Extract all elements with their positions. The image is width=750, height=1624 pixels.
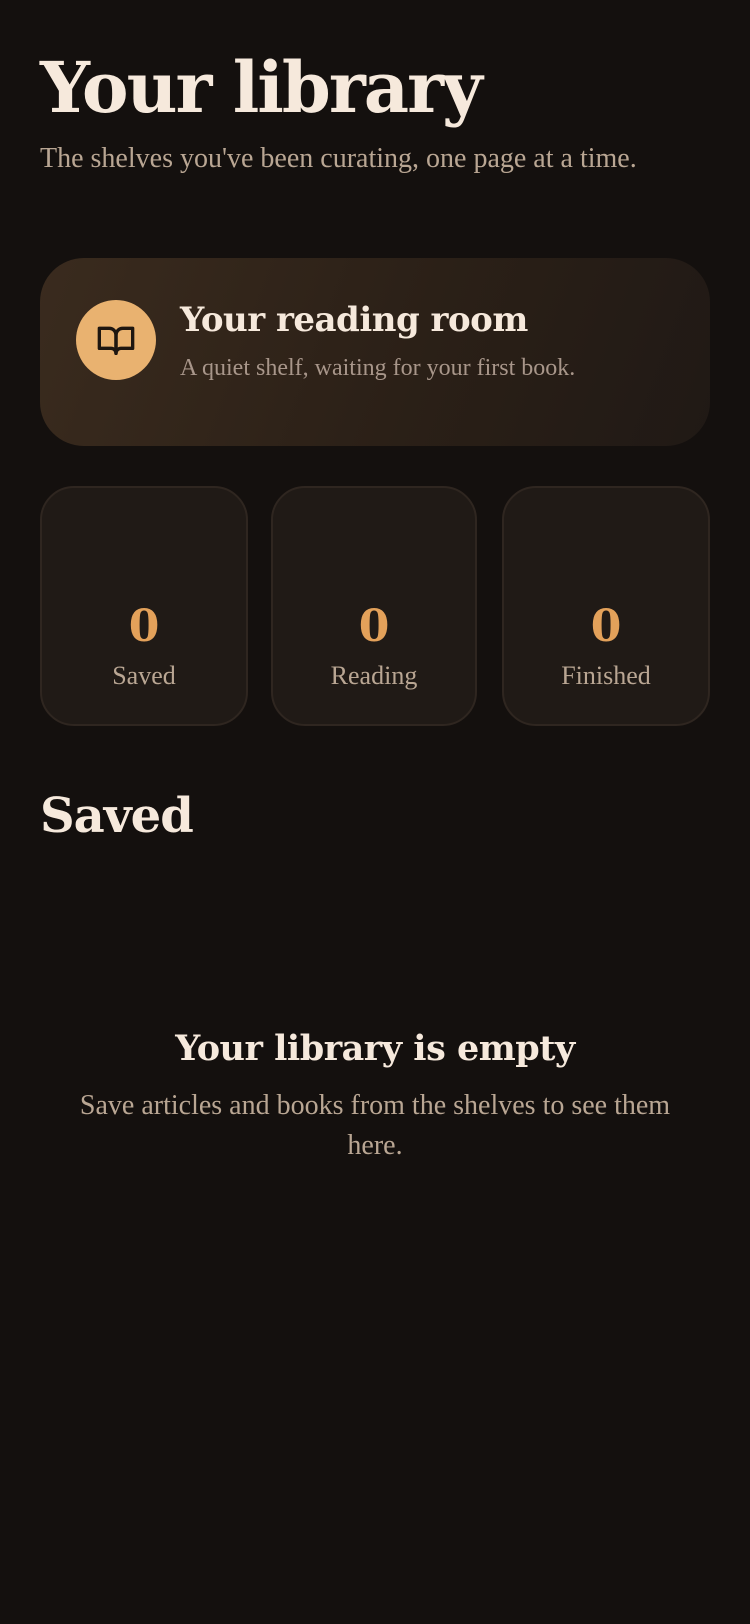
- stat-label: Finished: [561, 661, 651, 690]
- reading-room-card[interactable]: Your reading room A quiet shelf, waiting…: [40, 258, 710, 446]
- page-title: Your library: [40, 46, 483, 129]
- library-screen: Your library The shelves you've been cur…: [0, 0, 750, 1624]
- saved-section-title: Saved: [40, 788, 194, 844]
- stats-row: 0 Saved 0 Reading 0 Finished: [40, 486, 710, 726]
- stat-value: 0: [128, 601, 160, 652]
- reading-room-subtitle: A quiet shelf, waiting for your first bo…: [180, 355, 576, 381]
- stat-label: Reading: [330, 661, 418, 690]
- page-subtitle: The shelves you've been curating, one pa…: [40, 143, 637, 174]
- book-open-icon: [76, 300, 156, 380]
- empty-state-title: Your library is empty: [175, 1028, 575, 1069]
- reading-room-title: Your reading room: [180, 300, 528, 340]
- stat-saved[interactable]: 0 Saved: [40, 486, 248, 726]
- stat-reading[interactable]: 0 Reading: [271, 486, 477, 726]
- stat-finished[interactable]: 0 Finished: [502, 486, 710, 726]
- stat-value: 0: [590, 601, 622, 652]
- stat-value: 0: [358, 601, 390, 652]
- empty-state-message: Save articles and books from the shelves…: [79, 1090, 671, 1161]
- stat-label: Saved: [112, 661, 176, 690]
